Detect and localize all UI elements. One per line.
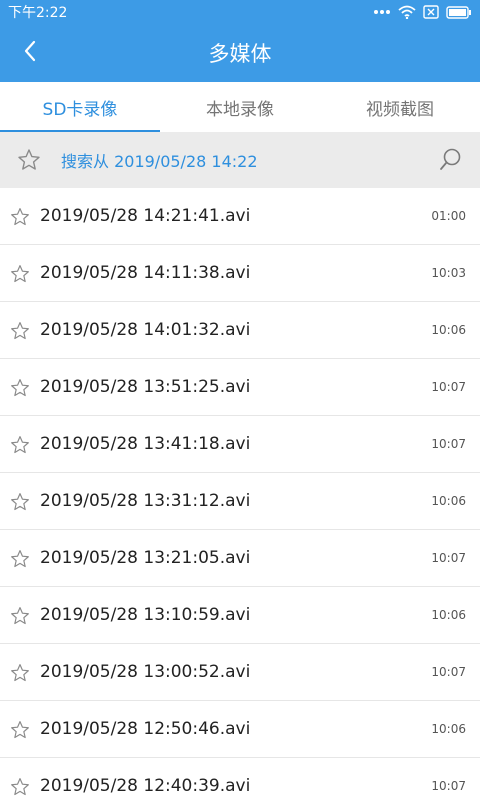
recording-name: 2019/05/28 13:21:05.avi bbox=[40, 548, 251, 568]
tab-local-recordings[interactable]: 本地录像 bbox=[160, 82, 320, 132]
search-icon[interactable] bbox=[439, 147, 463, 177]
list-item[interactable]: 2019/05/28 13:00:52.avi 10:07 bbox=[0, 644, 480, 701]
star-outline-icon[interactable] bbox=[10, 777, 30, 800]
star-outline-icon[interactable] bbox=[10, 264, 30, 288]
list-item[interactable]: 2019/05/28 13:41:18.avi 10:07 bbox=[0, 416, 480, 473]
recording-duration: 10:06 bbox=[431, 608, 466, 622]
recording-duration: 10:07 bbox=[431, 551, 466, 565]
star-outline-icon[interactable] bbox=[10, 663, 30, 687]
recording-duration: 10:06 bbox=[431, 494, 466, 508]
back-button[interactable] bbox=[10, 33, 50, 73]
recording-duration: 01:00 bbox=[431, 209, 466, 223]
tab-bar: SD卡录像 本地录像 视频截图 bbox=[0, 82, 480, 132]
search-bar[interactable]: 搜索从 2019/05/28 14:22 bbox=[0, 132, 480, 188]
search-range-text[interactable]: 搜索从 2019/05/28 14:22 bbox=[61, 132, 258, 188]
recording-name: 2019/05/28 12:40:39.avi bbox=[40, 776, 251, 796]
list-item[interactable]: 2019/05/28 12:40:39.avi 10:07 bbox=[0, 758, 480, 800]
recording-name: 2019/05/28 13:00:52.avi bbox=[40, 662, 251, 682]
tab-sd-card-recordings[interactable]: SD卡录像 bbox=[0, 82, 160, 132]
list-item[interactable]: 2019/05/28 14:01:32.avi 10:06 bbox=[0, 302, 480, 359]
recording-name: 2019/05/28 14:11:38.avi bbox=[40, 263, 251, 283]
page-title: 多媒体 bbox=[208, 42, 272, 66]
recording-name: 2019/05/28 13:41:18.avi bbox=[40, 434, 251, 454]
list-item[interactable]: 2019/05/28 14:11:38.avi 10:03 bbox=[0, 245, 480, 302]
list-item[interactable]: 2019/05/28 13:10:59.avi 10:06 bbox=[0, 587, 480, 644]
star-outline-icon[interactable] bbox=[10, 549, 30, 573]
recording-name: 2019/05/28 13:51:25.avi bbox=[40, 377, 251, 397]
recording-name: 2019/05/28 14:01:32.avi bbox=[40, 320, 251, 340]
star-outline-icon[interactable] bbox=[10, 378, 30, 402]
status-time: 下午2:22 bbox=[8, 5, 68, 21]
star-outline-icon[interactable] bbox=[10, 492, 30, 516]
recording-duration: 10:06 bbox=[431, 722, 466, 736]
recording-name: 2019/05/28 13:10:59.avi bbox=[40, 605, 251, 625]
star-outline-icon[interactable] bbox=[10, 606, 30, 630]
star-outline-icon[interactable] bbox=[17, 148, 41, 176]
recording-name: 2019/05/28 13:31:12.avi bbox=[40, 491, 251, 511]
star-outline-icon[interactable] bbox=[10, 207, 30, 231]
tab-video-screenshots[interactable]: 视频截图 bbox=[320, 82, 480, 132]
list-item[interactable]: 2019/05/28 13:31:12.avi 10:06 bbox=[0, 473, 480, 530]
wifi-icon bbox=[398, 5, 416, 19]
star-outline-icon[interactable] bbox=[10, 435, 30, 459]
battery-icon bbox=[446, 5, 472, 19]
app-bar: 多媒体 bbox=[0, 24, 480, 82]
list-item[interactable]: 2019/05/28 14:21:41.avi 01:00 bbox=[0, 188, 480, 245]
recording-name: 2019/05/28 12:50:46.avi bbox=[40, 719, 251, 739]
status-icons bbox=[373, 5, 472, 19]
star-outline-icon[interactable] bbox=[10, 720, 30, 744]
recording-duration: 10:07 bbox=[431, 779, 466, 793]
recording-duration: 10:07 bbox=[431, 380, 466, 394]
recording-duration: 10:03 bbox=[431, 266, 466, 280]
recording-duration: 10:07 bbox=[431, 665, 466, 679]
recordings-list[interactable]: 2019/05/28 14:21:41.avi 01:00 2019/05/28… bbox=[0, 188, 480, 800]
list-item[interactable]: 2019/05/28 13:21:05.avi 10:07 bbox=[0, 530, 480, 587]
star-outline-icon[interactable] bbox=[10, 321, 30, 345]
recording-duration: 10:06 bbox=[431, 323, 466, 337]
sim-none-icon bbox=[423, 5, 439, 19]
chevron-left-icon bbox=[23, 40, 37, 66]
recording-duration: 10:07 bbox=[431, 437, 466, 451]
recording-name: 2019/05/28 14:21:41.avi bbox=[40, 206, 251, 226]
more-dots-icon bbox=[373, 9, 391, 15]
list-item[interactable]: 2019/05/28 13:51:25.avi 10:07 bbox=[0, 359, 480, 416]
status-bar: 下午2:22 bbox=[0, 0, 480, 24]
list-item[interactable]: 2019/05/28 12:50:46.avi 10:06 bbox=[0, 701, 480, 758]
